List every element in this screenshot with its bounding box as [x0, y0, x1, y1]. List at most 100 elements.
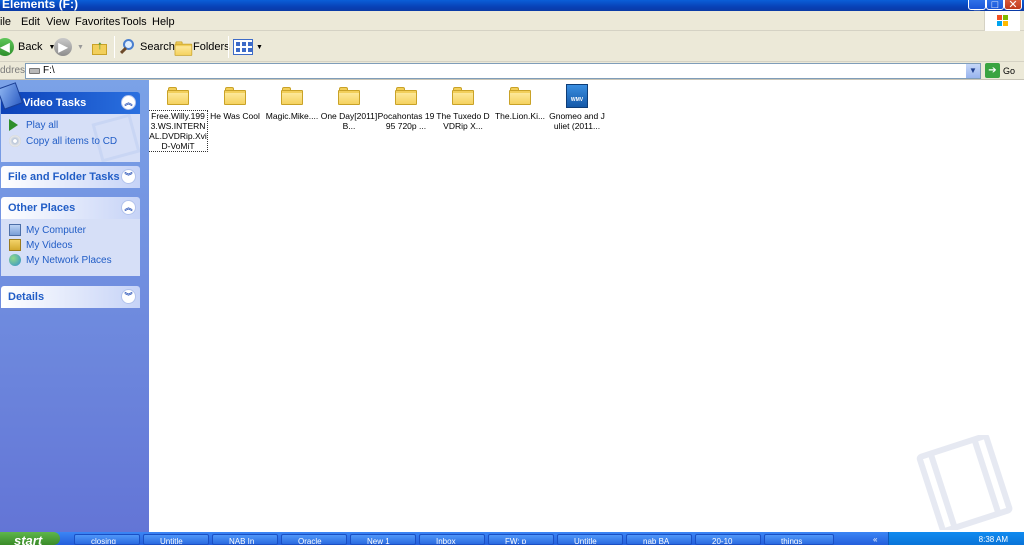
- my-network-places-link[interactable]: My Network Places: [9, 254, 112, 266]
- videos-folder-icon: [9, 239, 21, 251]
- maximize-button[interactable]: □: [986, 0, 1004, 11]
- start-button[interactable]: start: [0, 532, 60, 545]
- menu-help[interactable]: Help: [152, 16, 175, 28]
- address-dropdown-icon[interactable]: ▼: [966, 64, 980, 78]
- taskbar-button[interactable]: closing: [74, 534, 140, 545]
- folders-label: Folders: [193, 41, 230, 53]
- task-pane: Video Tasks ︽ Play all Copy all items to…: [0, 80, 149, 532]
- folder-name: He Was Cool: [210, 111, 260, 121]
- collapse-chevron-icon[interactable]: ︽: [121, 95, 136, 110]
- folders-icon: [174, 41, 193, 56]
- taskbar-button-label: Inbox: [436, 537, 456, 545]
- folder-icon: [509, 87, 531, 105]
- taskbar-button[interactable]: New 1: [350, 534, 416, 545]
- taskbar-button[interactable]: Oracle: [281, 534, 347, 545]
- taskbar-button[interactable]: NAB In: [212, 534, 278, 545]
- window-title: Elements (F:): [2, 0, 79, 11]
- taskbar-button[interactable]: nab BA: [626, 534, 692, 545]
- forward-button[interactable]: ▶ ▼: [54, 36, 84, 58]
- video-tasks-header[interactable]: Video Tasks ︽: [0, 82, 140, 114]
- folder-item[interactable]: One Day[2011]B...: [320, 84, 378, 131]
- back-arrow-icon: ◀: [0, 38, 14, 56]
- back-label: Back: [18, 41, 43, 53]
- folder-item[interactable]: The Tuxedo DVDRip X...: [434, 84, 492, 131]
- windows-logo: [984, 11, 1020, 31]
- video-file-item[interactable]: WMV Gnomeo and Juliet (2011...: [548, 84, 606, 131]
- close-button[interactable]: ✕: [1004, 0, 1022, 11]
- film-icon: [0, 82, 24, 110]
- title-bar[interactable]: Elements (F:) _ □ ✕: [0, 0, 1024, 11]
- forward-dropdown-icon[interactable]: ▼: [77, 44, 84, 51]
- menu-edit[interactable]: Edit: [21, 16, 40, 28]
- back-button[interactable]: ◀ Back ▼: [0, 36, 55, 58]
- search-button[interactable]: Search: [119, 36, 175, 58]
- my-computer-label: My Computer: [26, 224, 87, 236]
- forward-arrow-icon: ▶: [54, 38, 72, 56]
- file-type-badge: WMV: [570, 97, 584, 103]
- folder-item[interactable]: The.Lion.Ki...: [491, 84, 549, 121]
- folders-button[interactable]: Folders: [173, 36, 230, 58]
- collapse-chevron-icon[interactable]: ︽: [121, 200, 136, 215]
- menu-bar: ile Edit View Favorites Tools Help: [0, 11, 1024, 31]
- details-title: Details: [8, 291, 45, 303]
- film-watermark-icon: [916, 435, 1013, 530]
- my-computer-link[interactable]: My Computer: [9, 224, 86, 236]
- folder-name: The Tuxedo DVDRip X...: [436, 111, 490, 131]
- my-videos-link[interactable]: My Videos: [9, 239, 73, 251]
- taskbar-button-label: 20-10: [712, 537, 733, 545]
- other-places-header[interactable]: Other Places ︽: [1, 197, 140, 219]
- expand-chevron-icon[interactable]: ︾: [121, 169, 136, 184]
- up-folder-icon: ↑: [91, 38, 109, 56]
- toolbar: ◀ Back ▼ ▶ ▼ ↑ Search Folders ▼: [0, 31, 1024, 62]
- folder-item[interactable]: Free.Willy.1993.WS.INTERNAL.DVDRip.XviD-…: [149, 84, 208, 152]
- menu-file[interactable]: ile: [0, 16, 11, 28]
- taskbar-button-label: NAB In: [229, 537, 255, 545]
- folder-icon: [281, 87, 303, 105]
- go-arrow-icon: ➔: [985, 63, 1000, 78]
- taskbar-button[interactable]: 20-10: [695, 534, 761, 545]
- toolbar-separator: [228, 36, 229, 58]
- go-button[interactable]: ➔ Go: [985, 63, 1015, 78]
- other-places-title: Other Places: [8, 202, 76, 214]
- taskbar-button[interactable]: FW: p: [488, 534, 554, 545]
- search-label: Search: [140, 41, 175, 53]
- folder-name: One Day[2011]B...: [320, 111, 378, 131]
- taskbar: start closing Untitle NAB In Oracle New …: [0, 532, 1024, 545]
- video-tasks-body: Play all Copy all items to CD: [1, 114, 140, 162]
- menu-view[interactable]: View: [46, 16, 70, 28]
- expand-chevron-icon[interactable]: ︾: [121, 289, 136, 304]
- play-all-label: Play all: [26, 119, 59, 131]
- menu-tools[interactable]: Tools: [121, 16, 147, 28]
- taskbar-button-label: things: [781, 537, 803, 545]
- file-list-view[interactable]: Free.Willy.1993.WS.INTERNAL.DVDRip.XviD-…: [149, 80, 1024, 532]
- menu-favorites[interactable]: Favorites: [75, 16, 120, 28]
- toolbar-separator: [114, 36, 115, 58]
- taskbar-button[interactable]: Untitle: [143, 534, 209, 545]
- taskbar-button-label: FW: p: [505, 537, 527, 545]
- folder-icon: [167, 87, 189, 105]
- views-button[interactable]: ▼: [233, 36, 263, 58]
- folder-icon: [395, 87, 417, 105]
- taskbar-button-label: nab BA: [643, 537, 670, 545]
- folder-item[interactable]: Magic.Mike....: [263, 84, 321, 121]
- copy-to-cd-link[interactable]: Copy all items to CD: [9, 135, 117, 147]
- taskbar-button-label: Untitle: [574, 537, 597, 545]
- my-network-places-label: My Network Places: [26, 254, 112, 266]
- folder-icon: [452, 87, 474, 105]
- taskbar-button[interactable]: Untitle: [557, 534, 623, 545]
- address-input[interactable]: F:\ ▼: [25, 63, 981, 79]
- cd-icon: [9, 135, 21, 147]
- folder-item[interactable]: Pocahontas 1995 720p ...: [377, 84, 435, 131]
- minimize-button[interactable]: _: [968, 0, 986, 11]
- up-folder-button[interactable]: ↑: [91, 36, 109, 58]
- taskbar-expand-icon[interactable]: «: [873, 535, 877, 544]
- play-all-link[interactable]: Play all: [9, 119, 58, 131]
- taskbar-button[interactable]: Inbox: [419, 534, 485, 545]
- address-bar: ddress F:\ ▼ ➔ Go: [0, 62, 1024, 80]
- file-folder-tasks-header[interactable]: File and Folder Tasks ︾: [1, 166, 140, 188]
- folder-item[interactable]: He Was Cool: [206, 84, 264, 121]
- computer-icon: [9, 224, 21, 236]
- drive-icon: [29, 68, 40, 74]
- taskbar-button[interactable]: things: [764, 534, 834, 545]
- details-header[interactable]: Details ︾: [1, 286, 140, 308]
